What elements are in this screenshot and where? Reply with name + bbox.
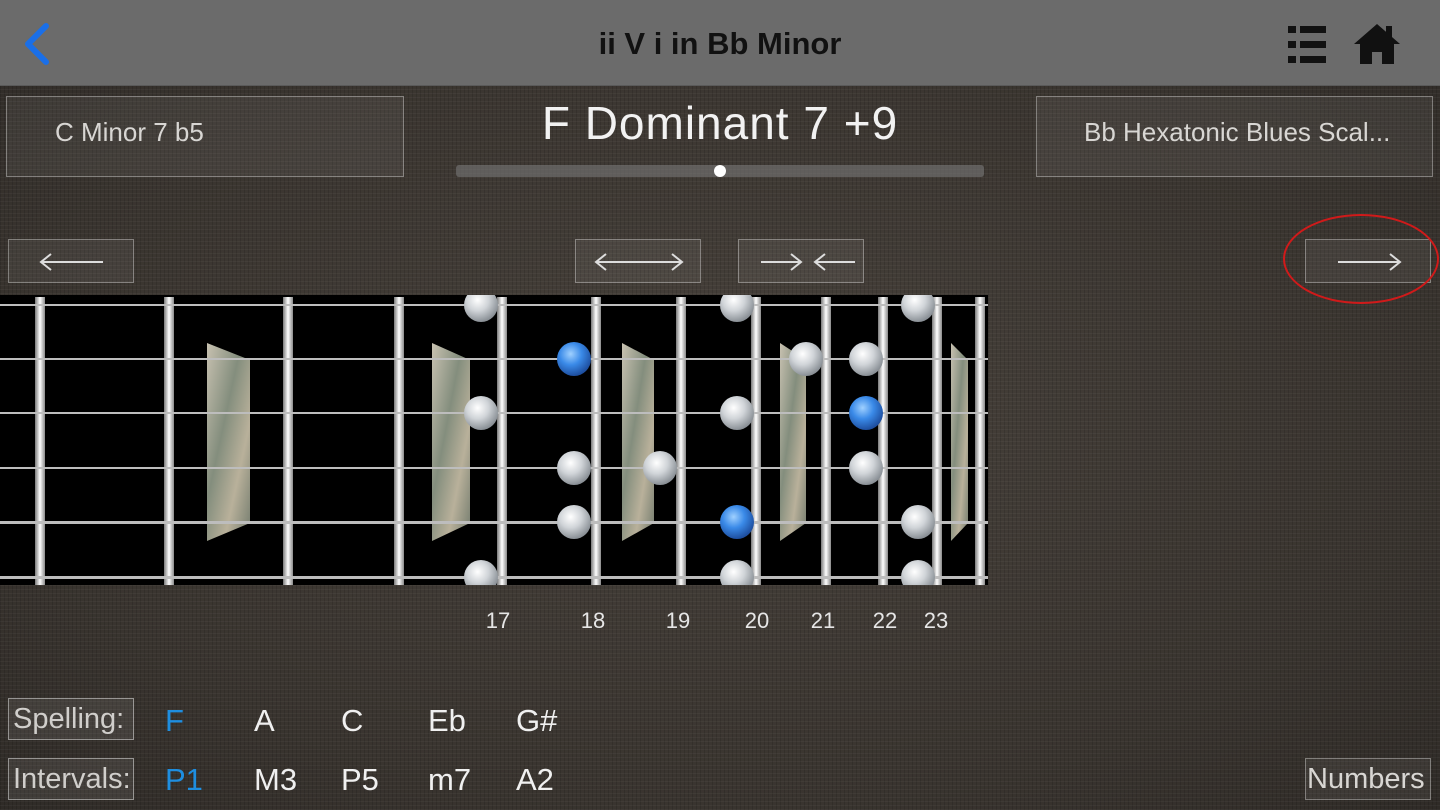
fret-wire (878, 297, 888, 585)
intervals-label: Intervals: (8, 758, 134, 800)
guitar-string (0, 467, 988, 469)
fret-wire (751, 297, 761, 585)
arrow-left-icon (39, 253, 103, 271)
note-dot (720, 396, 754, 430)
note-dot (789, 342, 823, 376)
spelling-note: C (341, 703, 364, 738)
fret-number: 22 (872, 608, 898, 633)
fret-number: 20 (744, 608, 770, 633)
note-dot (643, 451, 677, 485)
fret-wire (821, 297, 831, 585)
fret-number: 18 (580, 608, 606, 633)
note-dot (720, 295, 754, 322)
list-button[interactable] (1288, 24, 1328, 66)
note-dot (720, 560, 754, 585)
expand-button[interactable] (575, 239, 701, 283)
fret-wire (283, 297, 293, 585)
note-dot (849, 451, 883, 485)
fret-wire (497, 297, 507, 585)
interval-value: P1 (165, 762, 203, 797)
interval-value: m7 (428, 762, 472, 797)
fret-number: 21 (810, 608, 836, 633)
root-note-dot (849, 396, 883, 430)
list-icon (1288, 26, 1326, 63)
navigation-bar: ii V i in Bb Minor (0, 0, 1440, 86)
fret-inlay (622, 343, 654, 541)
page-title: ii V i in Bb Minor (598, 26, 842, 61)
spelling-note: A (254, 703, 275, 738)
arrows-inward-icon (761, 253, 855, 271)
note-dot (464, 560, 498, 585)
fret-inlay (432, 343, 470, 541)
fret-wire (975, 297, 985, 585)
spelling-note: Eb (428, 703, 466, 738)
spelling-note: F (165, 703, 184, 738)
home-icon (1354, 24, 1400, 64)
fret-wire (394, 297, 404, 585)
spelling-note: G# (516, 703, 558, 738)
note-dot (901, 505, 935, 539)
interval-value: A2 (516, 762, 554, 797)
current-chord-title: F Dominant 7 +9 (541, 97, 899, 149)
interval-value: M3 (254, 762, 298, 797)
highlight-annotation (1283, 214, 1439, 304)
fret-wire (932, 297, 942, 585)
fret-number: 19 (665, 608, 691, 633)
fret-wire (35, 297, 45, 585)
home-button[interactable] (1352, 22, 1402, 66)
guitar-string (0, 521, 988, 524)
fret-number: 23 (923, 608, 949, 633)
next-scale-button[interactable]: Bb Hexatonic Blues Scal... (1036, 96, 1433, 177)
note-dot (849, 342, 883, 376)
fret-inlay (951, 343, 968, 541)
fret-wire (676, 297, 686, 585)
note-dot (464, 396, 498, 430)
numbers-toggle-button[interactable]: Numbers (1305, 758, 1431, 800)
guitar-string (0, 358, 988, 360)
note-dot (557, 505, 591, 539)
previous-chord-button[interactable]: C Minor 7 b5 (6, 96, 404, 177)
fret-wire (164, 297, 174, 585)
root-note-dot (720, 505, 754, 539)
note-dot (901, 295, 935, 322)
note-dot (557, 451, 591, 485)
note-dot (464, 295, 498, 322)
fret-number: 17 (485, 608, 511, 633)
root-note-dot (557, 342, 591, 376)
spelling-label: Spelling: (8, 698, 134, 740)
fret-wire (591, 297, 601, 585)
compress-button[interactable] (738, 239, 864, 283)
interval-value: P5 (341, 762, 379, 797)
fretboard[interactable] (0, 295, 988, 585)
fret-inlay (207, 343, 250, 541)
note-dot (901, 560, 935, 585)
arrow-left-right-icon (594, 253, 684, 271)
shift-left-button[interactable] (8, 239, 134, 283)
progress-slider-thumb[interactable] (714, 165, 726, 177)
